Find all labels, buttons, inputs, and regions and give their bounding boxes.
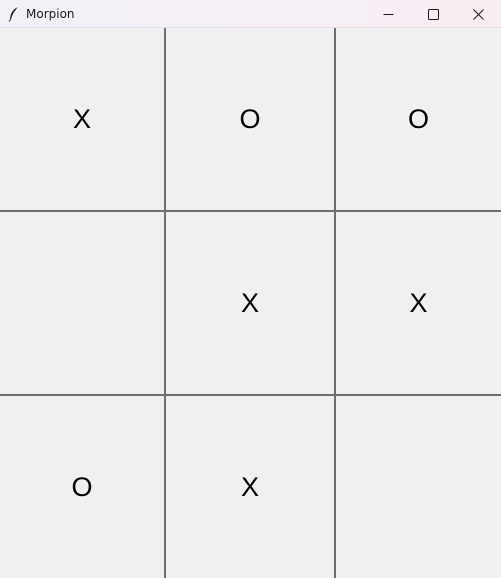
close-button[interactable] (456, 0, 501, 28)
board-cell[interactable]: X (166, 396, 334, 578)
maximize-icon (428, 5, 439, 24)
grid-line (164, 28, 166, 578)
maximize-button[interactable] (411, 0, 456, 28)
grid-line (0, 210, 501, 212)
grid-line (334, 28, 336, 578)
minimize-icon (383, 5, 394, 24)
game-window: Morpion X O O X X O X (0, 0, 501, 578)
board-cell[interactable] (336, 396, 501, 578)
close-icon (473, 5, 484, 24)
window-controls (366, 0, 501, 28)
board-cell[interactable]: O (0, 396, 164, 578)
board-cell[interactable]: O (336, 28, 501, 210)
window-title: Morpion (26, 6, 75, 21)
title-bar[interactable]: Morpion (0, 0, 501, 28)
board-cell[interactable]: X (336, 212, 501, 394)
feather-icon (6, 6, 22, 22)
grid-line (0, 394, 501, 396)
board-cell[interactable]: O (166, 28, 334, 210)
board-cell[interactable] (0, 212, 164, 394)
game-board: X O O X X O X (0, 28, 501, 578)
board-cell[interactable]: X (166, 212, 334, 394)
minimize-button[interactable] (366, 0, 411, 28)
board-cell[interactable]: X (0, 28, 164, 210)
